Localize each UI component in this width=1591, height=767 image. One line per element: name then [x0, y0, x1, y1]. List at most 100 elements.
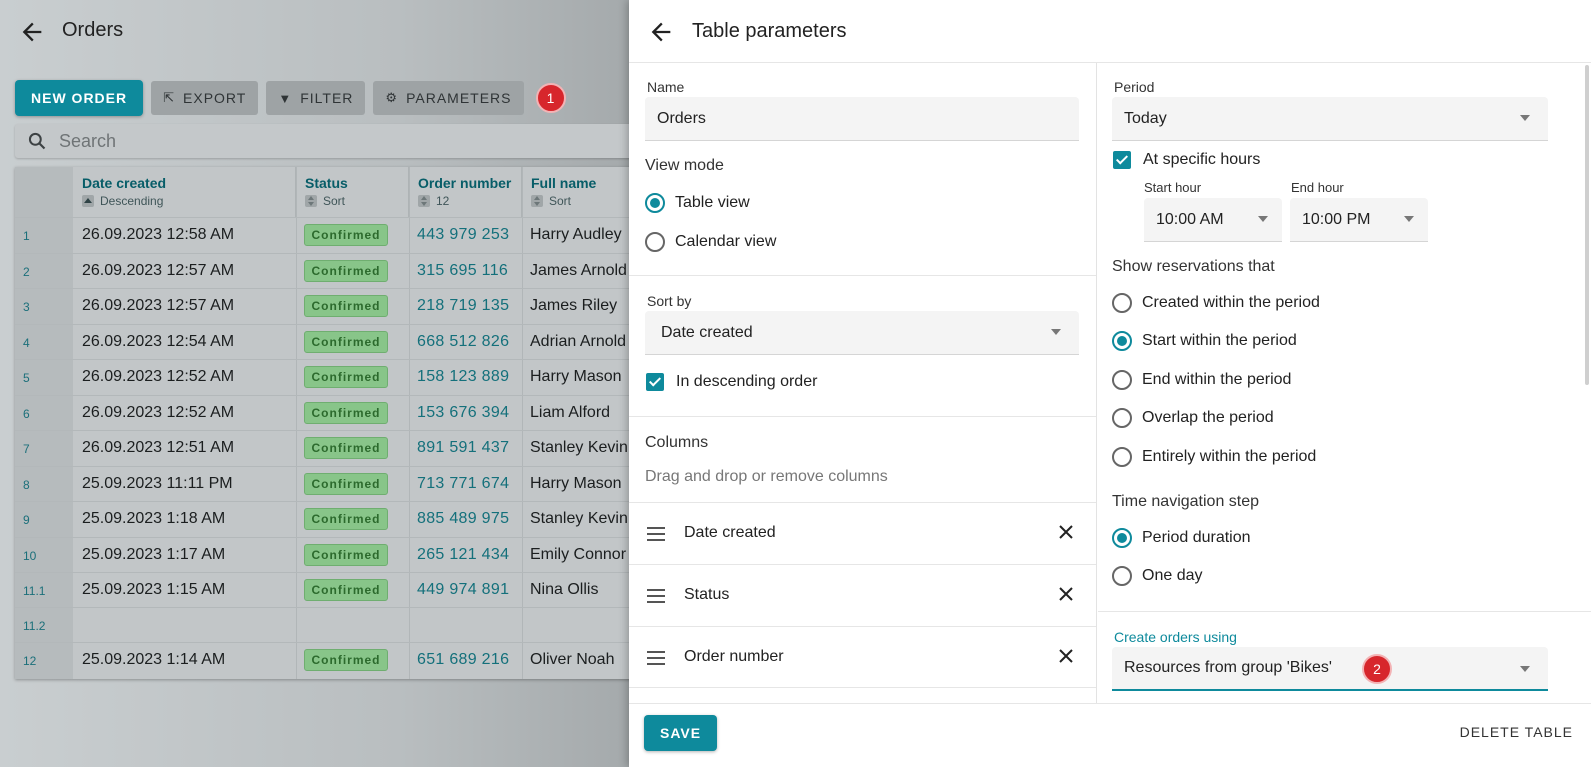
sort-by-label: Sort by — [647, 293, 692, 309]
radio-label: Overlap the period — [1142, 409, 1274, 426]
table-row[interactable]: 4 26.09.2023 12:54 AM Confirmed 668 512 826… — [15, 323, 640, 360]
status-badge: Confirmed — [304, 259, 388, 282]
table-row[interactable]: 9 25.09.2023 1:18 AM Confirmed 885 489 975 S… — [15, 501, 640, 537]
radio-created-within[interactable]: Created within the period — [1112, 291, 1320, 315]
status-badge: Confirmed — [304, 401, 388, 424]
checkbox-label: In descending order — [676, 373, 818, 390]
table-row[interactable]: 5 26.09.2023 12:52 AM Confirmed 158 123 889… — [15, 359, 640, 395]
export-icon: ⇱ — [163, 90, 176, 105]
cell-order-number[interactable]: 885 489 975 — [417, 510, 509, 528]
column-name: Date created — [684, 524, 776, 541]
search-bar[interactable]: Search — [15, 124, 640, 158]
drag-handle-icon[interactable] — [647, 589, 665, 603]
status-badge: Confirmed — [304, 224, 388, 246]
table-row[interactable]: 2 26.09.2023 12:57 AM Confirmed 315 695 116… — [15, 252, 640, 289]
table-row[interactable]: 12 25.09.2023 1:14 AM Confirmed 651 689 216… — [15, 642, 640, 678]
checkbox-descending[interactable]: In descending order — [646, 370, 817, 394]
search-input[interactable]: Search — [59, 131, 116, 152]
panel-scrollbar[interactable] — [1585, 65, 1589, 385]
checkbox-specific-hours[interactable]: At specific hours — [1113, 148, 1260, 172]
cell-full-name: Stanley Kevin — [530, 510, 628, 527]
radio-circle — [1112, 408, 1132, 428]
radio-overlap[interactable]: Overlap the period — [1112, 406, 1274, 430]
create-orders-label: Create orders using — [1114, 629, 1237, 645]
column-item-date-created[interactable]: Date created — [629, 502, 1096, 564]
status-badge: Confirmed — [304, 330, 388, 353]
row-index: 6 — [23, 406, 30, 421]
radio-circle — [645, 193, 665, 213]
cell-order-number[interactable]: 443 979 253 — [417, 226, 509, 244]
header-full-name[interactable]: Full name Sort — [522, 167, 640, 217]
table-row[interactable]: 10 25.09.2023 1:17 AM Confirmed 265 121 434… — [15, 536, 640, 573]
radio-end-within[interactable]: End within the period — [1112, 368, 1291, 392]
cell-order-number[interactable]: 651 689 216 — [417, 651, 509, 669]
radio-label: Entirely within the period — [1142, 448, 1317, 465]
sort-by-select[interactable]: Date created — [645, 311, 1079, 355]
table-parameters-panel: Table parameters Name Orders View mode T… — [629, 0, 1591, 767]
cell-order-number[interactable]: 153 676 394 — [417, 404, 509, 422]
row-index: 4 — [23, 335, 30, 350]
filter-button[interactable]: ▼ FILTER — [266, 81, 366, 115]
header-sort-label: Descending — [100, 194, 164, 208]
period-select[interactable]: Today — [1112, 97, 1548, 141]
orders-toolbar: NEW ORDER ⇱ EXPORT ▼ FILTER ⚙ PARAMETERS… — [15, 80, 566, 116]
parameters-button[interactable]: ⚙ PARAMETERS — [373, 81, 524, 115]
end-hour-select[interactable]: 10:00 PM — [1290, 198, 1428, 242]
table-row[interactable]: 6 26.09.2023 12:52 AM Confirmed 153 676 394… — [15, 394, 640, 431]
create-orders-select[interactable]: Resources from group 'Bikes' — [1112, 647, 1548, 691]
view-mode-title: View mode — [645, 157, 724, 174]
cell-order-number[interactable]: 668 512 826 — [417, 333, 509, 351]
status-badge: Confirmed — [304, 649, 388, 671]
cell-order-number[interactable]: 158 123 889 — [417, 368, 509, 386]
drag-handle-icon[interactable] — [647, 527, 665, 541]
radio-label: Calendar view — [675, 233, 777, 250]
close-icon[interactable] — [1057, 647, 1075, 665]
table-row[interactable]: 3 26.09.2023 12:57 AM Confirmed 218 719 135… — [15, 288, 640, 324]
cell-order-number[interactable]: 265 121 434 — [417, 546, 509, 564]
row-index: 8 — [23, 477, 30, 492]
close-icon[interactable] — [1057, 523, 1075, 541]
cell-full-name: Liam Alford — [530, 403, 611, 421]
back-arrow-icon[interactable] — [647, 18, 675, 46]
header-status[interactable]: Status Sort — [296, 167, 409, 217]
radio-start-within[interactable]: Start within the period — [1112, 329, 1297, 353]
radio-table-view[interactable]: Table view — [645, 191, 750, 215]
radio-entirely-within[interactable]: Entirely within the period — [1112, 445, 1316, 469]
save-button[interactable]: SAVE — [644, 715, 718, 751]
table-row[interactable]: 11.1 25.09.2023 1:15 AM Confirmed 449 974 8… — [15, 572, 640, 608]
end-hour-value: 10:00 PM — [1302, 210, 1371, 228]
radio-one-day[interactable]: One day — [1112, 564, 1202, 588]
table-row[interactable]: 7 26.09.2023 12:51 AM Confirmed 891 591 437… — [15, 430, 640, 466]
cell-order-number[interactable]: 891 591 437 — [417, 439, 509, 457]
header-order-number[interactable]: Order number 12 — [409, 167, 522, 217]
chevron-down-icon — [1051, 329, 1061, 335]
sort-icon — [305, 195, 317, 207]
start-hour-select[interactable]: 10:00 AM — [1144, 198, 1282, 242]
table-row[interactable]: 11.2 — [15, 607, 640, 643]
status-badge: Confirmed — [304, 295, 388, 317]
cell-order-number[interactable]: 218 719 135 — [417, 297, 509, 315]
orders-header: Orders — [0, 0, 640, 62]
drag-handle-icon[interactable] — [647, 651, 665, 665]
cell-date-created: 26.09.2023 12:57 AM — [82, 297, 235, 314]
page-title: Orders — [62, 19, 124, 41]
cell-order-number[interactable]: 315 695 116 — [417, 262, 508, 280]
table-row[interactable]: 8 25.09.2023 11:11 PM Confirmed 713 771 674… — [15, 465, 640, 502]
export-button[interactable]: ⇱ EXPORT — [151, 81, 259, 115]
radio-period-duration[interactable]: Period duration — [1112, 526, 1251, 550]
new-order-button[interactable]: NEW ORDER — [15, 80, 144, 116]
delete-table-button[interactable]: DELETE TABLE — [1460, 724, 1573, 740]
cell-order-number[interactable]: 449 974 891 — [417, 581, 509, 599]
checkbox-label: At specific hours — [1143, 151, 1261, 168]
name-input[interactable]: Orders — [645, 97, 1079, 141]
radio-label: Created within the period — [1142, 294, 1320, 311]
radio-calendar-view[interactable]: Calendar view — [645, 230, 776, 254]
table-row[interactable]: 1 26.09.2023 12:58 AM Confirmed 443 979 253… — [15, 217, 640, 253]
back-arrow-icon[interactable] — [18, 18, 46, 46]
close-icon[interactable] — [1057, 585, 1075, 603]
cell-order-number[interactable]: 713 771 674 — [417, 475, 509, 493]
header-date-created[interactable]: Date created Descending — [73, 167, 296, 217]
header-label: Order number — [418, 175, 512, 191]
column-item-status[interactable]: Status — [629, 564, 1096, 626]
column-item-order-number[interactable]: Order number — [629, 626, 1096, 688]
